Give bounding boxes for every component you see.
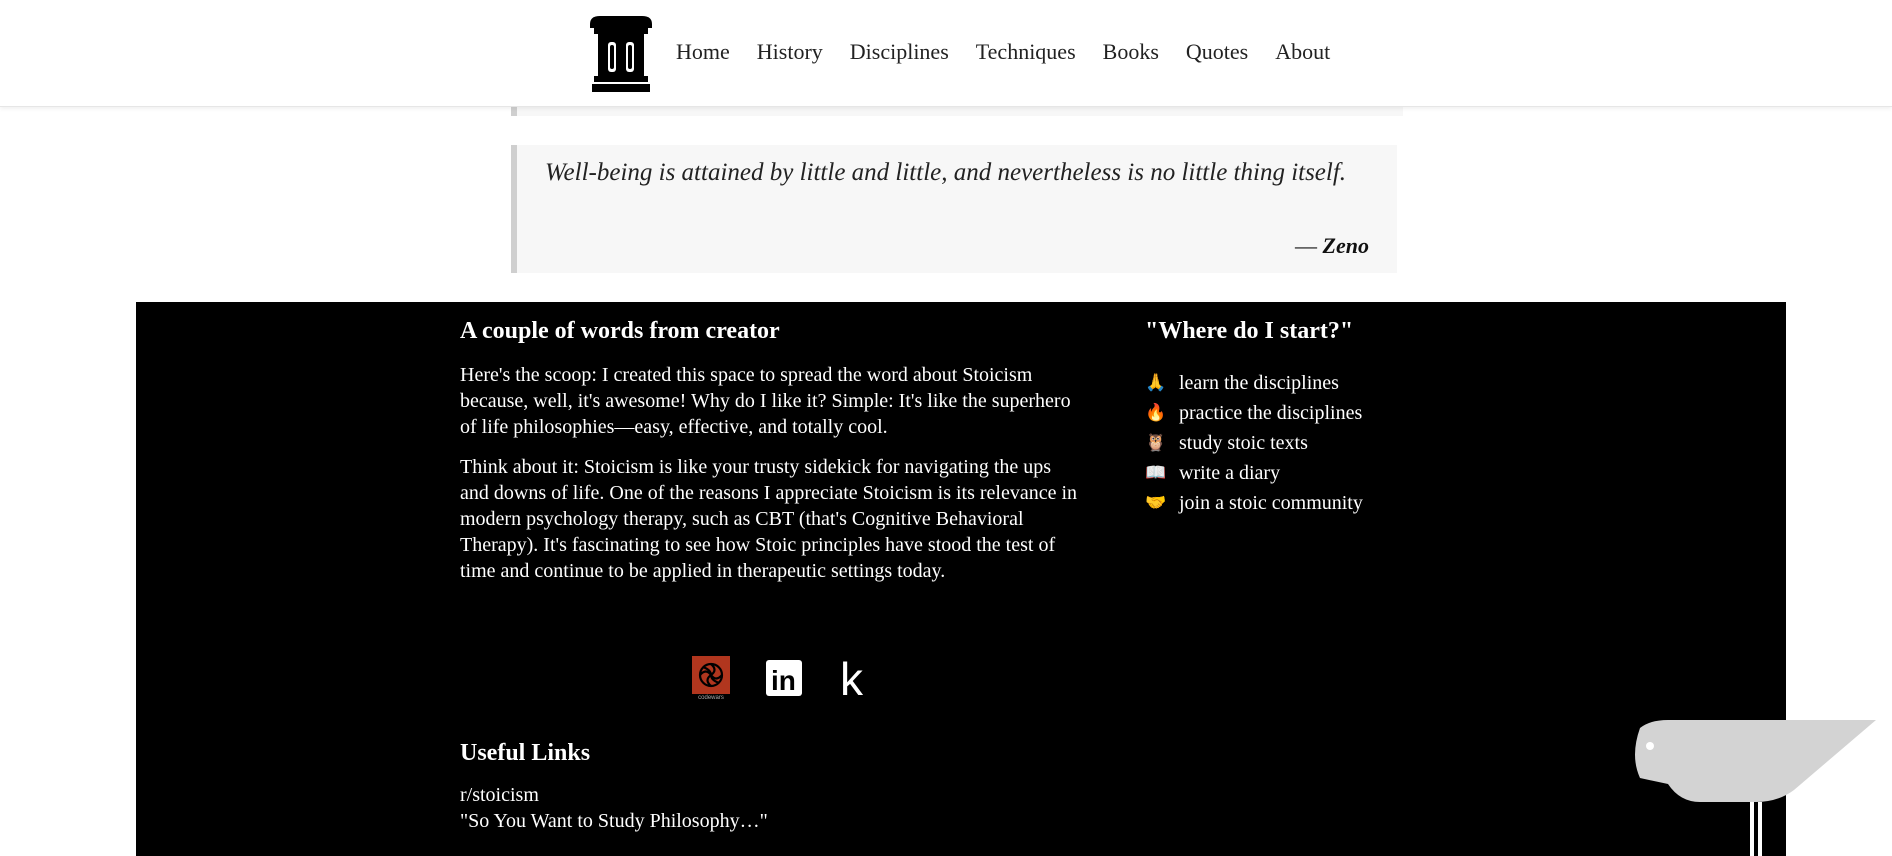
where-to-start-title: "Where do I start?" <box>1145 318 1354 344</box>
site-header: Home History Disciplines Techniques Book… <box>0 0 1892 107</box>
list-item[interactable]: 🙏 learn the disciplines <box>1145 368 1465 398</box>
quote-author-prefix: — <box>1295 233 1323 258</box>
quote-author: — Zeno <box>1295 233 1369 259</box>
kaggle-icon[interactable]: k <box>838 653 866 705</box>
list-item-label: write a diary <box>1179 462 1281 484</box>
quote-author-name: Zeno <box>1322 233 1369 258</box>
list-item-label: study stoic texts <box>1179 432 1308 454</box>
kaggle-glyph: k <box>840 657 864 699</box>
nav-home[interactable]: Home <box>676 39 730 65</box>
nav-quotes[interactable]: Quotes <box>1186 39 1248 65</box>
site-footer: A couple of words from creator Here's th… <box>136 302 1786 856</box>
useful-link[interactable]: "So You Want to Study Philosophy…" <box>460 808 1060 834</box>
social-links: codewars in k <box>692 653 902 705</box>
creator-paragraph: Think about it: Stoicism is like your tr… <box>460 456 1078 582</box>
quote-text: Well-being is attained by little and lit… <box>545 159 1347 186</box>
greek-column-icon[interactable] <box>588 14 654 92</box>
list-item[interactable]: 🦉 study stoic texts <box>1145 428 1465 458</box>
owl-icon: 🦉 <box>1145 433 1167 452</box>
creator-paragraph: Here's the scoop: I created this space t… <box>460 364 1071 438</box>
bird-illustration-icon <box>1635 720 1876 856</box>
creator-title: A couple of words from creator <box>460 318 780 344</box>
useful-link[interactable]: r/stoicism <box>460 782 1060 808</box>
nav-techniques[interactable]: Techniques <box>976 39 1076 65</box>
list-item-label: join a stoic community <box>1179 492 1363 514</box>
list-item[interactable]: 📖 write a diary <box>1145 458 1465 488</box>
list-item[interactable]: 🔥 practice the disciplines <box>1145 398 1465 428</box>
main-nav: Home History Disciplines Techniques Book… <box>676 39 1357 65</box>
nav-about[interactable]: About <box>1275 39 1330 65</box>
previous-quote-card <box>511 106 1403 116</box>
codewars-caption: codewars <box>698 695 724 700</box>
nav-books[interactable]: Books <box>1103 39 1159 65</box>
where-to-start-section: "Where do I start?" 🙏 learn the discipli… <box>1145 316 1465 518</box>
praying-hands-icon: 🙏 <box>1145 373 1167 392</box>
list-item-label: learn the disciplines <box>1179 372 1339 394</box>
linkedin-glyph: in <box>771 665 796 696</box>
fire-icon: 🔥 <box>1145 403 1167 422</box>
quote-card: Well-being is attained by little and lit… <box>511 145 1397 273</box>
useful-links-section: Useful Links r/stoicism "So You Want to … <box>460 738 1060 834</box>
handshake-icon: 🤝 <box>1145 493 1167 512</box>
list-item[interactable]: 🤝 join a stoic community <box>1145 488 1465 518</box>
codewars-icon[interactable]: codewars <box>692 656 730 705</box>
list-item-label: practice the disciplines <box>1179 402 1363 424</box>
start-list: 🙏 learn the disciplines 🔥 practice the d… <box>1145 368 1465 518</box>
useful-links-title: Useful Links <box>460 740 591 766</box>
linkedin-icon[interactable]: in <box>766 660 802 701</box>
open-book-icon: 📖 <box>1145 463 1167 482</box>
nav-history[interactable]: History <box>757 39 823 65</box>
nav-disciplines[interactable]: Disciplines <box>850 39 949 65</box>
creator-section: A couple of words from creator Here's th… <box>460 316 1080 598</box>
